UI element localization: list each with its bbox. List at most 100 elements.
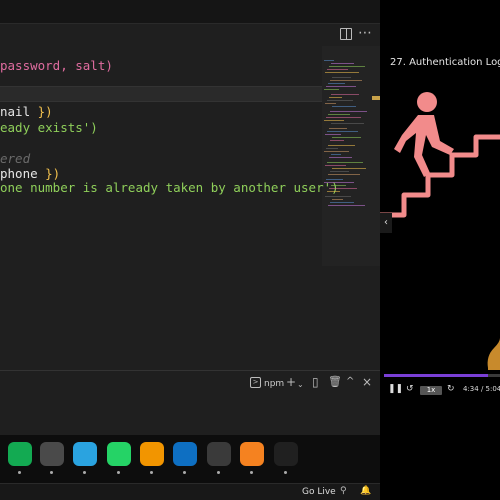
terminal-icon[interactable] [274, 442, 298, 466]
close-icon[interactable]: × [362, 375, 372, 389]
minimap-line [325, 72, 359, 73]
running-indicator [250, 471, 253, 474]
rewind-icon[interactable]: ↺ [406, 382, 414, 396]
video-player[interactable]: 27. Authentication Log ‹ ❚❚ ↺ 1x ↻ 4:34 … [380, 0, 500, 500]
minimap-line [328, 174, 360, 175]
minimap-line [328, 145, 355, 146]
chevron-down-icon[interactable]: ⌄ [297, 378, 304, 392]
minimap-line [329, 97, 342, 98]
status-bar: Go Live ⚲ 🔔 [0, 483, 380, 500]
minimap-line [328, 114, 350, 115]
playback-speed-button[interactable]: 1x [420, 386, 442, 395]
person-figure [394, 92, 454, 177]
sublime-icon[interactable] [140, 442, 164, 466]
minimap-line [328, 205, 365, 206]
vlc-icon[interactable] [240, 442, 264, 466]
split-icon[interactable]: ▯ [312, 375, 319, 389]
minimap-line [327, 191, 340, 192]
minimap-line [324, 182, 354, 183]
time-display: 4:34 / 5:04 [463, 385, 500, 393]
progress-fill [384, 374, 489, 377]
minimap-line [324, 151, 349, 152]
git-icon[interactable] [207, 442, 231, 466]
minimap-line [326, 148, 338, 149]
minimap-line [331, 185, 346, 186]
minimap-line [328, 83, 345, 84]
editor-tab-bar: ⋯ [0, 24, 380, 46]
running-indicator [183, 471, 186, 474]
feedback-icon[interactable]: ⚲ [340, 486, 347, 496]
terminal-panel[interactable]: > npm + ⌄ ▯ 🗑 ^ × [0, 370, 380, 435]
running-indicator [18, 471, 21, 474]
code-token: nail [0, 104, 38, 119]
minimap-line [326, 117, 361, 118]
code-line[interactable]: ered [0, 151, 30, 167]
minimap-line [324, 120, 344, 121]
add-icon[interactable]: + [286, 375, 296, 389]
video-top-bar [380, 0, 500, 46]
vscode-icon[interactable] [173, 442, 197, 466]
minimap-line [332, 77, 351, 78]
telegram-icon[interactable] [73, 442, 97, 466]
minimap-line [332, 199, 343, 200]
go-live-button[interactable]: Go Live [302, 487, 336, 497]
code-token: }) [45, 166, 61, 181]
minimap-line [327, 100, 353, 101]
terminal-icon: > [250, 377, 261, 388]
code-line[interactable]: one number is already taken by another u… [0, 180, 339, 196]
minimap-line [331, 154, 341, 155]
code-token: password, salt) [0, 58, 113, 73]
trash-icon[interactable]: 🗑 [328, 375, 342, 389]
minimap-line [332, 106, 356, 107]
minimap-line [324, 60, 334, 61]
minimap-line [324, 89, 339, 90]
running-indicator [284, 471, 287, 474]
minimap-line [329, 66, 365, 67]
minimap-line [329, 157, 352, 158]
video-controls: ❚❚ ↺ 1x ↻ 4:34 / 5:04 [380, 382, 500, 398]
minimap-line [331, 123, 364, 124]
more-actions-icon[interactable]: ⋯ [358, 25, 372, 41]
whatsapp-icon[interactable] [107, 442, 131, 466]
minimap-line [332, 168, 366, 169]
minimap-line [327, 131, 358, 132]
minimap-line [329, 128, 347, 129]
minimap-line [330, 202, 354, 203]
code-token: eady exists') [0, 120, 98, 135]
code-area[interactable]: password, salt) nail }) eady exists') ered p… [0, 50, 339, 370]
minimap-line [327, 69, 348, 70]
clock-icon[interactable] [40, 442, 64, 466]
minimap-line [330, 171, 349, 172]
minimap-line [331, 94, 359, 95]
minimap-line [331, 63, 354, 64]
chevron-up-icon[interactable]: ^ [346, 375, 354, 389]
running-indicator [150, 471, 153, 474]
minimap[interactable] [322, 60, 372, 206]
minimap-line [325, 134, 341, 135]
minimap-line [327, 162, 363, 163]
minimap-line [330, 140, 344, 141]
minimap-line [326, 179, 343, 180]
code-token: ered [0, 151, 31, 166]
scrollbar-thumb[interactable] [372, 96, 380, 100]
video-title: 27. Authentication Log [390, 57, 500, 68]
code-token: }) [37, 104, 53, 119]
minimap-line [330, 80, 362, 81]
running-indicator [50, 471, 53, 474]
pause-icon[interactable]: ❚❚ [388, 382, 403, 396]
split-editor-icon[interactable] [340, 28, 352, 40]
forward-icon[interactable]: ↻ [447, 382, 455, 396]
mongodb-icon[interactable] [8, 442, 32, 466]
minimap-line [325, 103, 336, 104]
terminal-name[interactable]: npm [264, 379, 284, 389]
code-line[interactable]: nail }) [0, 104, 53, 120]
bell-icon[interactable]: 🔔 [360, 486, 371, 496]
code-line[interactable]: password, salt) [0, 58, 113, 74]
collapse-sidebar-button[interactable]: ‹ [380, 213, 392, 233]
minimap-line [326, 86, 356, 87]
title-bar [0, 0, 380, 24]
progress-bar[interactable] [384, 374, 500, 377]
decorative-shape [487, 338, 500, 370]
code-line[interactable]: eady exists') [0, 120, 98, 136]
minimap-line [325, 196, 351, 197]
